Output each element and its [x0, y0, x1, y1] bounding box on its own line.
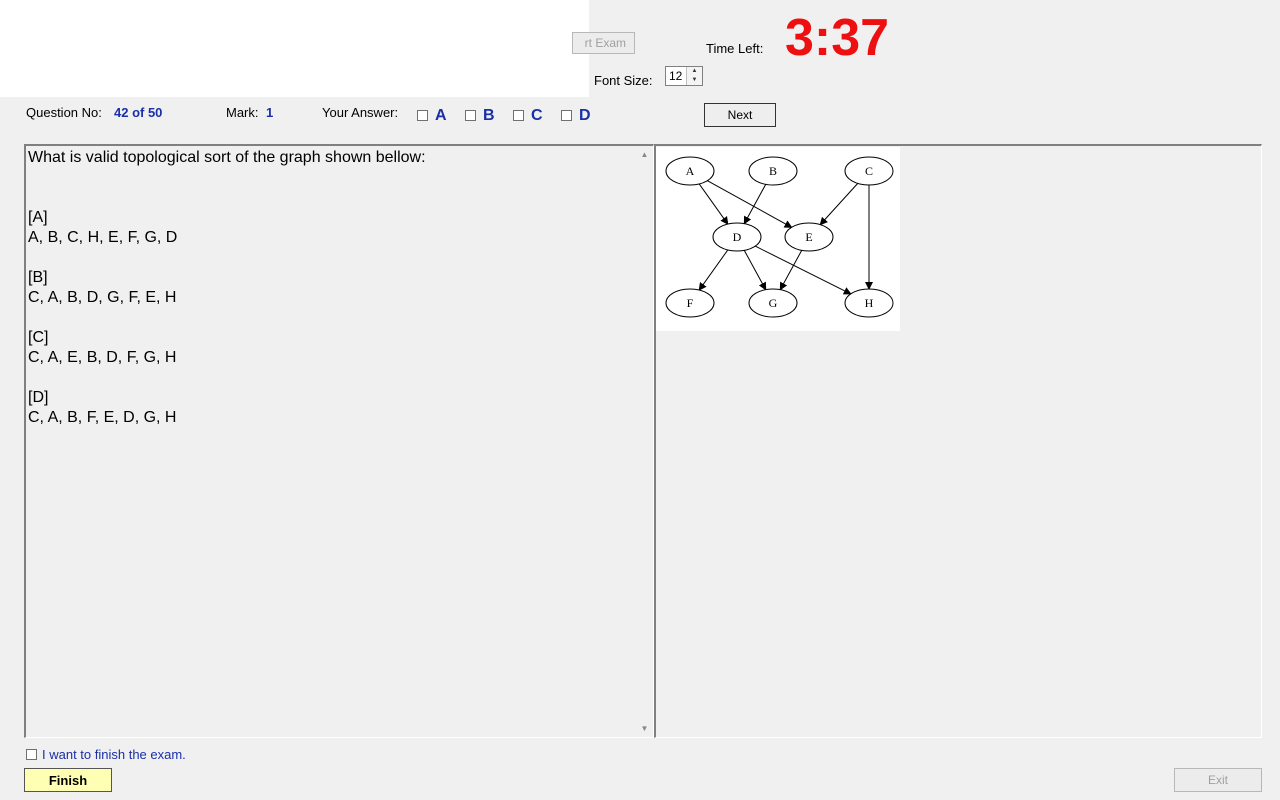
graph-edge-e-g — [779, 250, 803, 291]
graph-node-label: C — [865, 164, 873, 178]
graph-node-label: F — [687, 296, 694, 310]
graph-edge-d-g — [743, 250, 767, 291]
graph-node-label: D — [733, 230, 742, 244]
graph-node-d: D — [712, 222, 762, 252]
mark-value: 1 — [266, 105, 274, 120]
start-exam-button[interactable]: rt Exam — [572, 32, 635, 54]
question-panel: What is valid topological sort of the gr… — [24, 144, 654, 738]
graph-image: A B C D E F G H — [656, 147, 900, 331]
answer-b-checkbox[interactable] — [465, 110, 476, 121]
graph-node-f: F — [665, 288, 715, 318]
graph-node-h: H — [844, 288, 894, 318]
answer-b-label[interactable]: B — [483, 107, 495, 125]
graph-edge-c-e — [819, 183, 859, 226]
answer-d-label[interactable]: D — [579, 107, 591, 125]
graph-node-label: E — [805, 230, 812, 244]
graph-edge-b-d — [743, 184, 767, 225]
question-scrollbar[interactable]: ▲ ▼ — [636, 146, 653, 737]
mark-label: Mark: — [226, 105, 259, 120]
graph-edge-d-f — [698, 249, 729, 291]
graph-node-label: B — [769, 164, 777, 178]
graph-node-a: A — [665, 156, 715, 186]
finish-exam-checkbox-label[interactable]: I want to finish the exam. — [42, 747, 186, 762]
graph-node-e: E — [784, 222, 834, 252]
answer-d-checkbox[interactable] — [561, 110, 572, 121]
finish-exam-checkbox[interactable] — [26, 749, 37, 760]
question-text: What is valid topological sort of the gr… — [28, 149, 426, 426]
graph-node-b: B — [748, 156, 798, 186]
exit-button[interactable]: Exit — [1174, 768, 1262, 792]
spinner-arrows[interactable]: ▲ ▼ — [686, 67, 702, 85]
scroll-up-icon[interactable]: ▲ — [636, 146, 653, 163]
graph-node-label: H — [865, 296, 874, 310]
time-left-label: Time Left: — [706, 41, 764, 56]
time-left-value: 3:37 — [785, 9, 890, 67]
answer-a-checkbox[interactable] — [417, 110, 428, 121]
graph-edge-d-h — [754, 245, 852, 295]
answer-a-label[interactable]: A — [435, 107, 447, 125]
blank-header-area — [0, 0, 589, 97]
font-size-value: 12 — [669, 69, 683, 83]
your-answer-label: Your Answer: — [322, 105, 399, 120]
next-button[interactable]: Next — [704, 103, 776, 127]
answer-c-checkbox[interactable] — [513, 110, 524, 121]
font-size-spinner[interactable]: 12 ▲ ▼ — [665, 66, 703, 86]
graph-node-c: C — [844, 156, 894, 186]
graph-edge-a-e — [707, 180, 793, 228]
graph-node-label: G — [769, 296, 778, 310]
finish-button[interactable]: Finish — [24, 768, 112, 792]
font-size-label: Font Size: — [594, 73, 653, 88]
graph-node-label: A — [686, 164, 695, 178]
scroll-down-icon[interactable]: ▼ — [636, 720, 653, 737]
graph-node-g: G — [748, 288, 798, 318]
question-no-value: 42 of 50 — [114, 105, 163, 120]
answer-c-label[interactable]: C — [531, 107, 543, 125]
spinner-down-icon[interactable]: ▼ — [687, 76, 702, 85]
graph-diagram: A B C D E F G H — [665, 156, 894, 318]
spinner-up-icon[interactable]: ▲ — [687, 67, 702, 76]
question-no-label: Question No: — [26, 105, 102, 120]
